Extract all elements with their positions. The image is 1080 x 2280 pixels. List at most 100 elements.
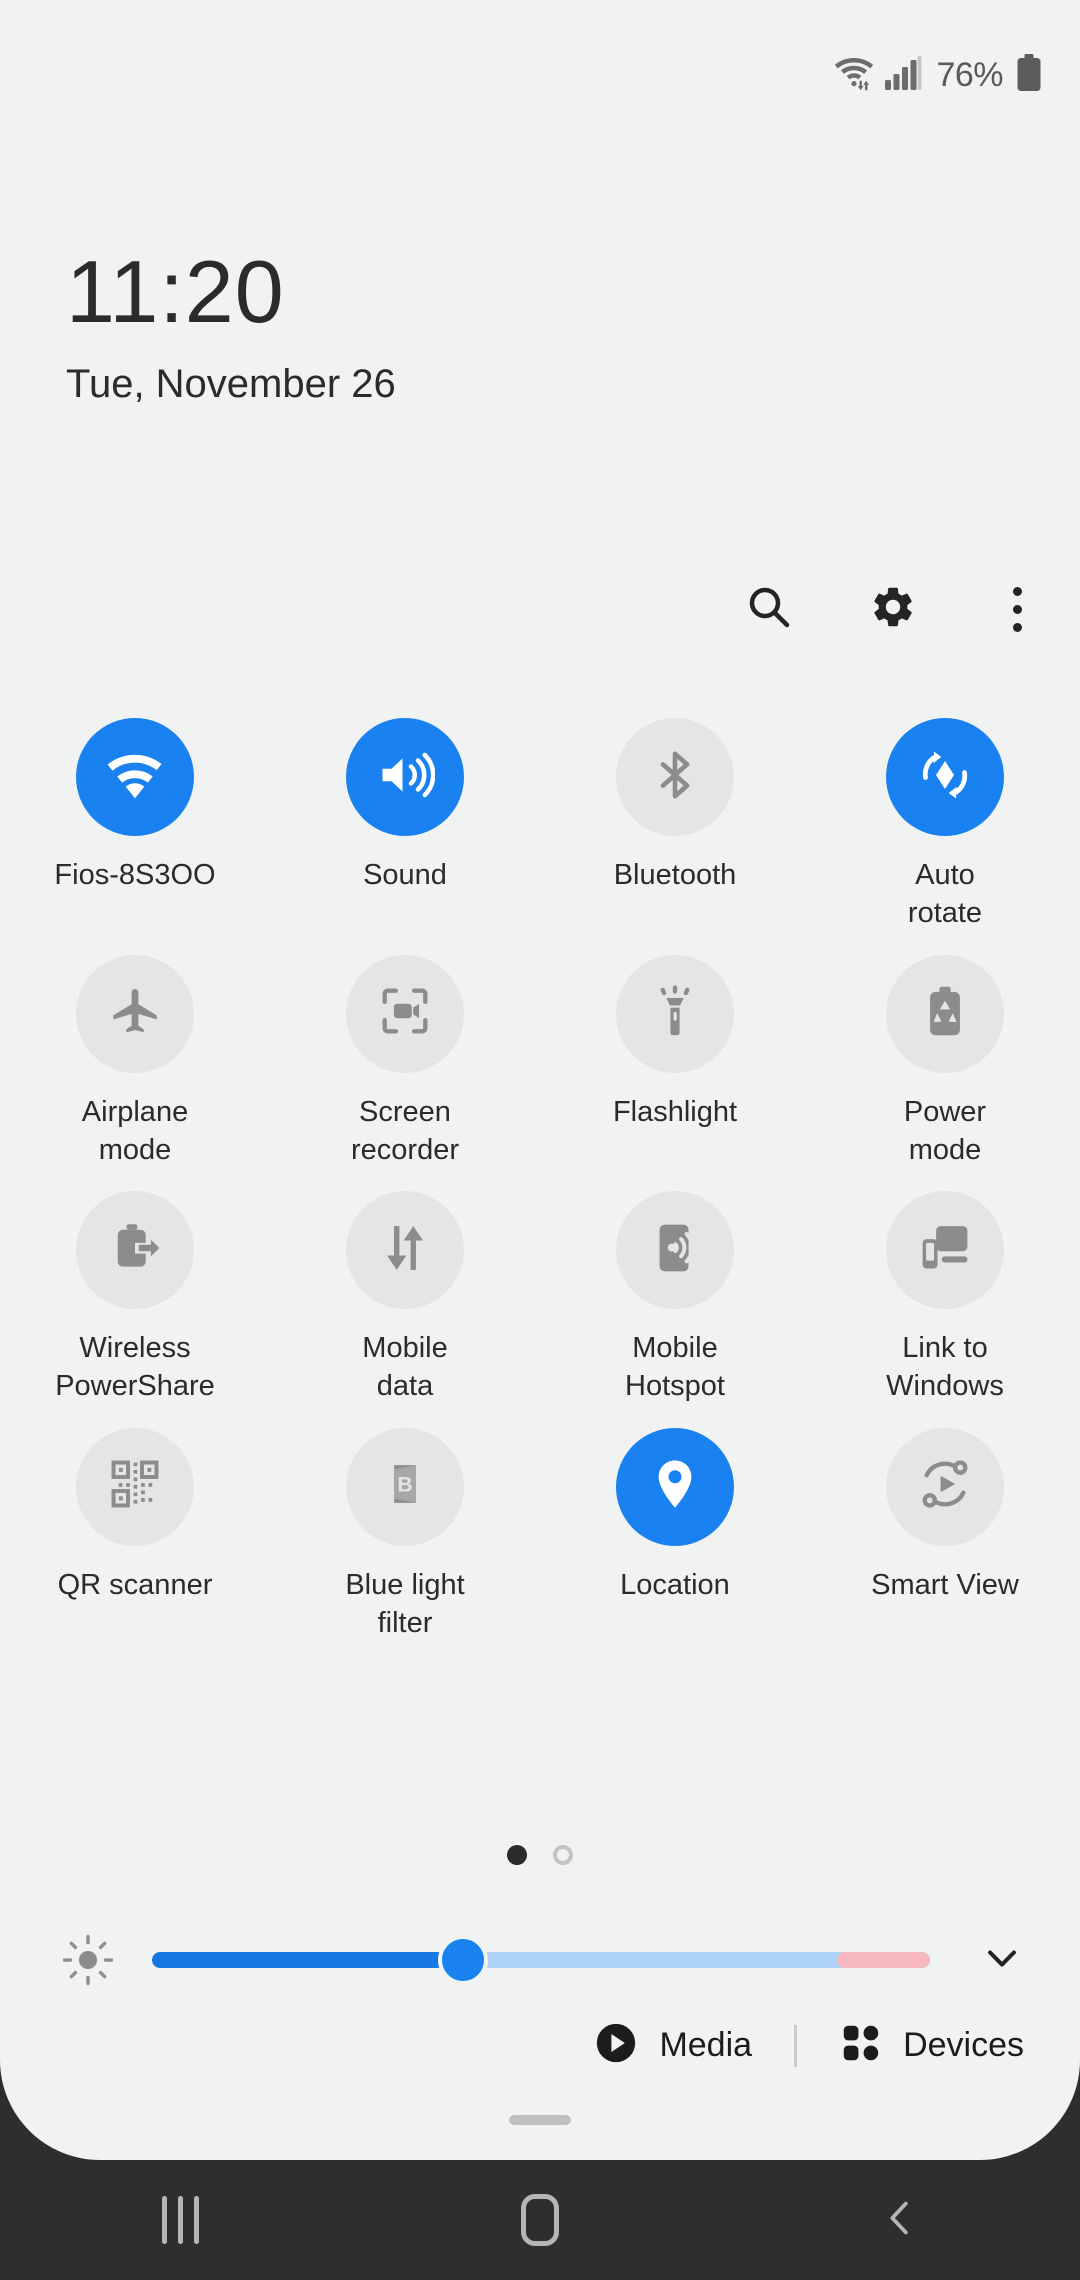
back-button[interactable] (720, 2160, 1080, 2280)
tile-sound-circle (346, 718, 464, 836)
back-chevron-icon (877, 2195, 923, 2246)
tile-smart-view[interactable]: Smart View (810, 1420, 1080, 1643)
tile-wifi-circle (76, 718, 194, 836)
tile-auto-rotate-circle (886, 718, 1004, 836)
tile-mobile-data[interactable]: Mobile data (270, 1183, 540, 1406)
quick-settings-grid: Fios-8S3OO Sound Bluetooth Auto rotate A… (0, 710, 1080, 1642)
wifi-data-arrows-icon (835, 55, 875, 96)
recents-button[interactable] (0, 2160, 360, 2280)
wireless-powershare-icon (107, 1220, 163, 1281)
search-button[interactable] (738, 578, 800, 640)
page-indicator (0, 1845, 1080, 1865)
sound-icon (375, 745, 436, 810)
tile-bluetooth-circle (616, 718, 734, 836)
page-dot-1[interactable] (507, 1845, 527, 1865)
tile-flashlight-label: Flashlight (612, 1095, 738, 1128)
link-to-windows-icon (917, 1220, 973, 1281)
more-options-button[interactable] (986, 578, 1048, 640)
devices-label: Devices (903, 2026, 1024, 2064)
tile-auto-rotate[interactable]: Auto rotate (810, 710, 1080, 933)
tile-link-to-windows[interactable]: Link to Windows (810, 1183, 1080, 1406)
clock-block[interactable]: 11:20 Tue, November 26 (66, 248, 396, 407)
tile-smart-view-label: Smart View (871, 1568, 1019, 1601)
tile-mobile-data-label: Mobile data (362, 1332, 448, 1403)
tile-qr-scanner-label: QR scanner (57, 1568, 213, 1601)
home-button[interactable] (360, 2160, 720, 2280)
brightness-warm-zone (836, 1952, 930, 1968)
brightness-thumb[interactable] (438, 1935, 489, 1985)
tile-sound[interactable]: Sound (270, 710, 540, 933)
tile-qr-scanner[interactable]: QR scanner (0, 1420, 270, 1643)
wifi-icon (104, 744, 166, 811)
tile-bluetooth-label: Bluetooth (613, 859, 737, 891)
blue-light-filter-icon: B (378, 1457, 432, 1516)
tile-blue-light-filter-circle: B (346, 1427, 464, 1546)
tile-link-to-windows-circle (886, 1191, 1004, 1310)
tile-qr-scanner-circle (76, 1427, 194, 1546)
tile-location[interactable]: Location (540, 1420, 810, 1643)
tile-screen-recorder-circle (346, 954, 464, 1073)
brightness-fill (152, 1952, 464, 1968)
navigation-bar (0, 2160, 1080, 2280)
mobile-hotspot-icon (647, 1220, 703, 1281)
page-dot-2[interactable] (553, 1845, 573, 1865)
tile-wifi-label: Fios-8S3OO (54, 859, 216, 891)
home-icon (521, 2194, 559, 2246)
power-mode-icon (917, 983, 973, 1044)
tile-auto-rotate-label: Auto rotate (907, 859, 983, 930)
chevron-down-icon (980, 1936, 1024, 1985)
tile-mobile-hotspot-label: Mobile Hotspot (625, 1332, 725, 1403)
qr-scanner-icon (107, 1456, 163, 1517)
tile-flashlight[interactable]: Flashlight (540, 947, 810, 1170)
cellular-signal-icon (884, 55, 922, 95)
battery-percentage: 76% (936, 55, 1003, 94)
flashlight-icon (646, 982, 704, 1045)
tile-smart-view-circle (886, 1427, 1004, 1546)
tile-blue-light-filter[interactable]: B Blue light filter (270, 1420, 540, 1643)
panel-footer: Media Devices (0, 2020, 1080, 2071)
gear-icon (869, 583, 917, 636)
media-label: Media (659, 2026, 753, 2064)
devices-button[interactable]: Devices (839, 2021, 1024, 2070)
recents-icon (161, 2196, 199, 2244)
tile-power-mode[interactable]: Power mode (810, 947, 1080, 1170)
brightness-row (0, 1915, 1080, 2005)
search-icon (745, 583, 793, 636)
panel-drag-handle[interactable] (509, 2115, 571, 2125)
tile-location-circle (616, 1427, 734, 1546)
tile-wireless-powershare-circle (76, 1191, 194, 1310)
tile-screen-recorder-label: Screen recorder (351, 1095, 459, 1166)
tile-link-to-windows-label: Link to Windows (886, 1332, 1004, 1403)
tile-location-label: Location (620, 1568, 730, 1601)
screen-recorder-icon (376, 982, 434, 1045)
tile-wireless-powershare[interactable]: Wireless PowerShare (0, 1183, 270, 1406)
phone-screen: 76% 11:20 Tue, November 26 Fios-8S3OO So… (0, 0, 1080, 2280)
auto-rotate-icon (915, 745, 975, 810)
smart-view-icon (916, 1455, 974, 1518)
tile-screen-recorder[interactable]: Screen recorder (270, 947, 540, 1170)
tile-blue-light-filter-label: Blue light filter (345, 1568, 465, 1639)
settings-button[interactable] (862, 578, 924, 640)
quick-settings-panel: 76% 11:20 Tue, November 26 Fios-8S3OO So… (0, 0, 1080, 2160)
tile-mobile-hotspot[interactable]: Mobile Hotspot (540, 1183, 810, 1406)
bluetooth-icon (646, 746, 704, 809)
tile-bluetooth[interactable]: Bluetooth (540, 710, 810, 933)
tile-sound-label: Sound (363, 859, 447, 891)
tile-wifi[interactable]: Fios-8S3OO (0, 710, 270, 933)
svg-text:B: B (397, 1474, 412, 1497)
clock-time: 11:20 (66, 242, 285, 341)
panel-toolbar (738, 578, 1048, 640)
brightness-slider[interactable] (152, 1915, 930, 2005)
more-vertical-icon (1012, 586, 1022, 632)
tile-airplane-mode-label: Airplane mode (81, 1095, 189, 1166)
tile-mobile-hotspot-circle (616, 1191, 734, 1310)
tile-airplane-mode[interactable]: Airplane mode (0, 947, 270, 1170)
tile-mobile-data-circle (346, 1191, 464, 1310)
brightness-expand-button[interactable] (954, 1915, 1050, 2005)
battery-icon (1016, 53, 1042, 97)
tile-power-mode-label: Power mode (903, 1095, 987, 1166)
brightness-track[interactable] (152, 1952, 930, 1968)
media-button[interactable]: Media (593, 2020, 752, 2071)
tile-airplane-mode-circle (76, 954, 194, 1073)
grid-dots-icon (839, 2021, 883, 2070)
